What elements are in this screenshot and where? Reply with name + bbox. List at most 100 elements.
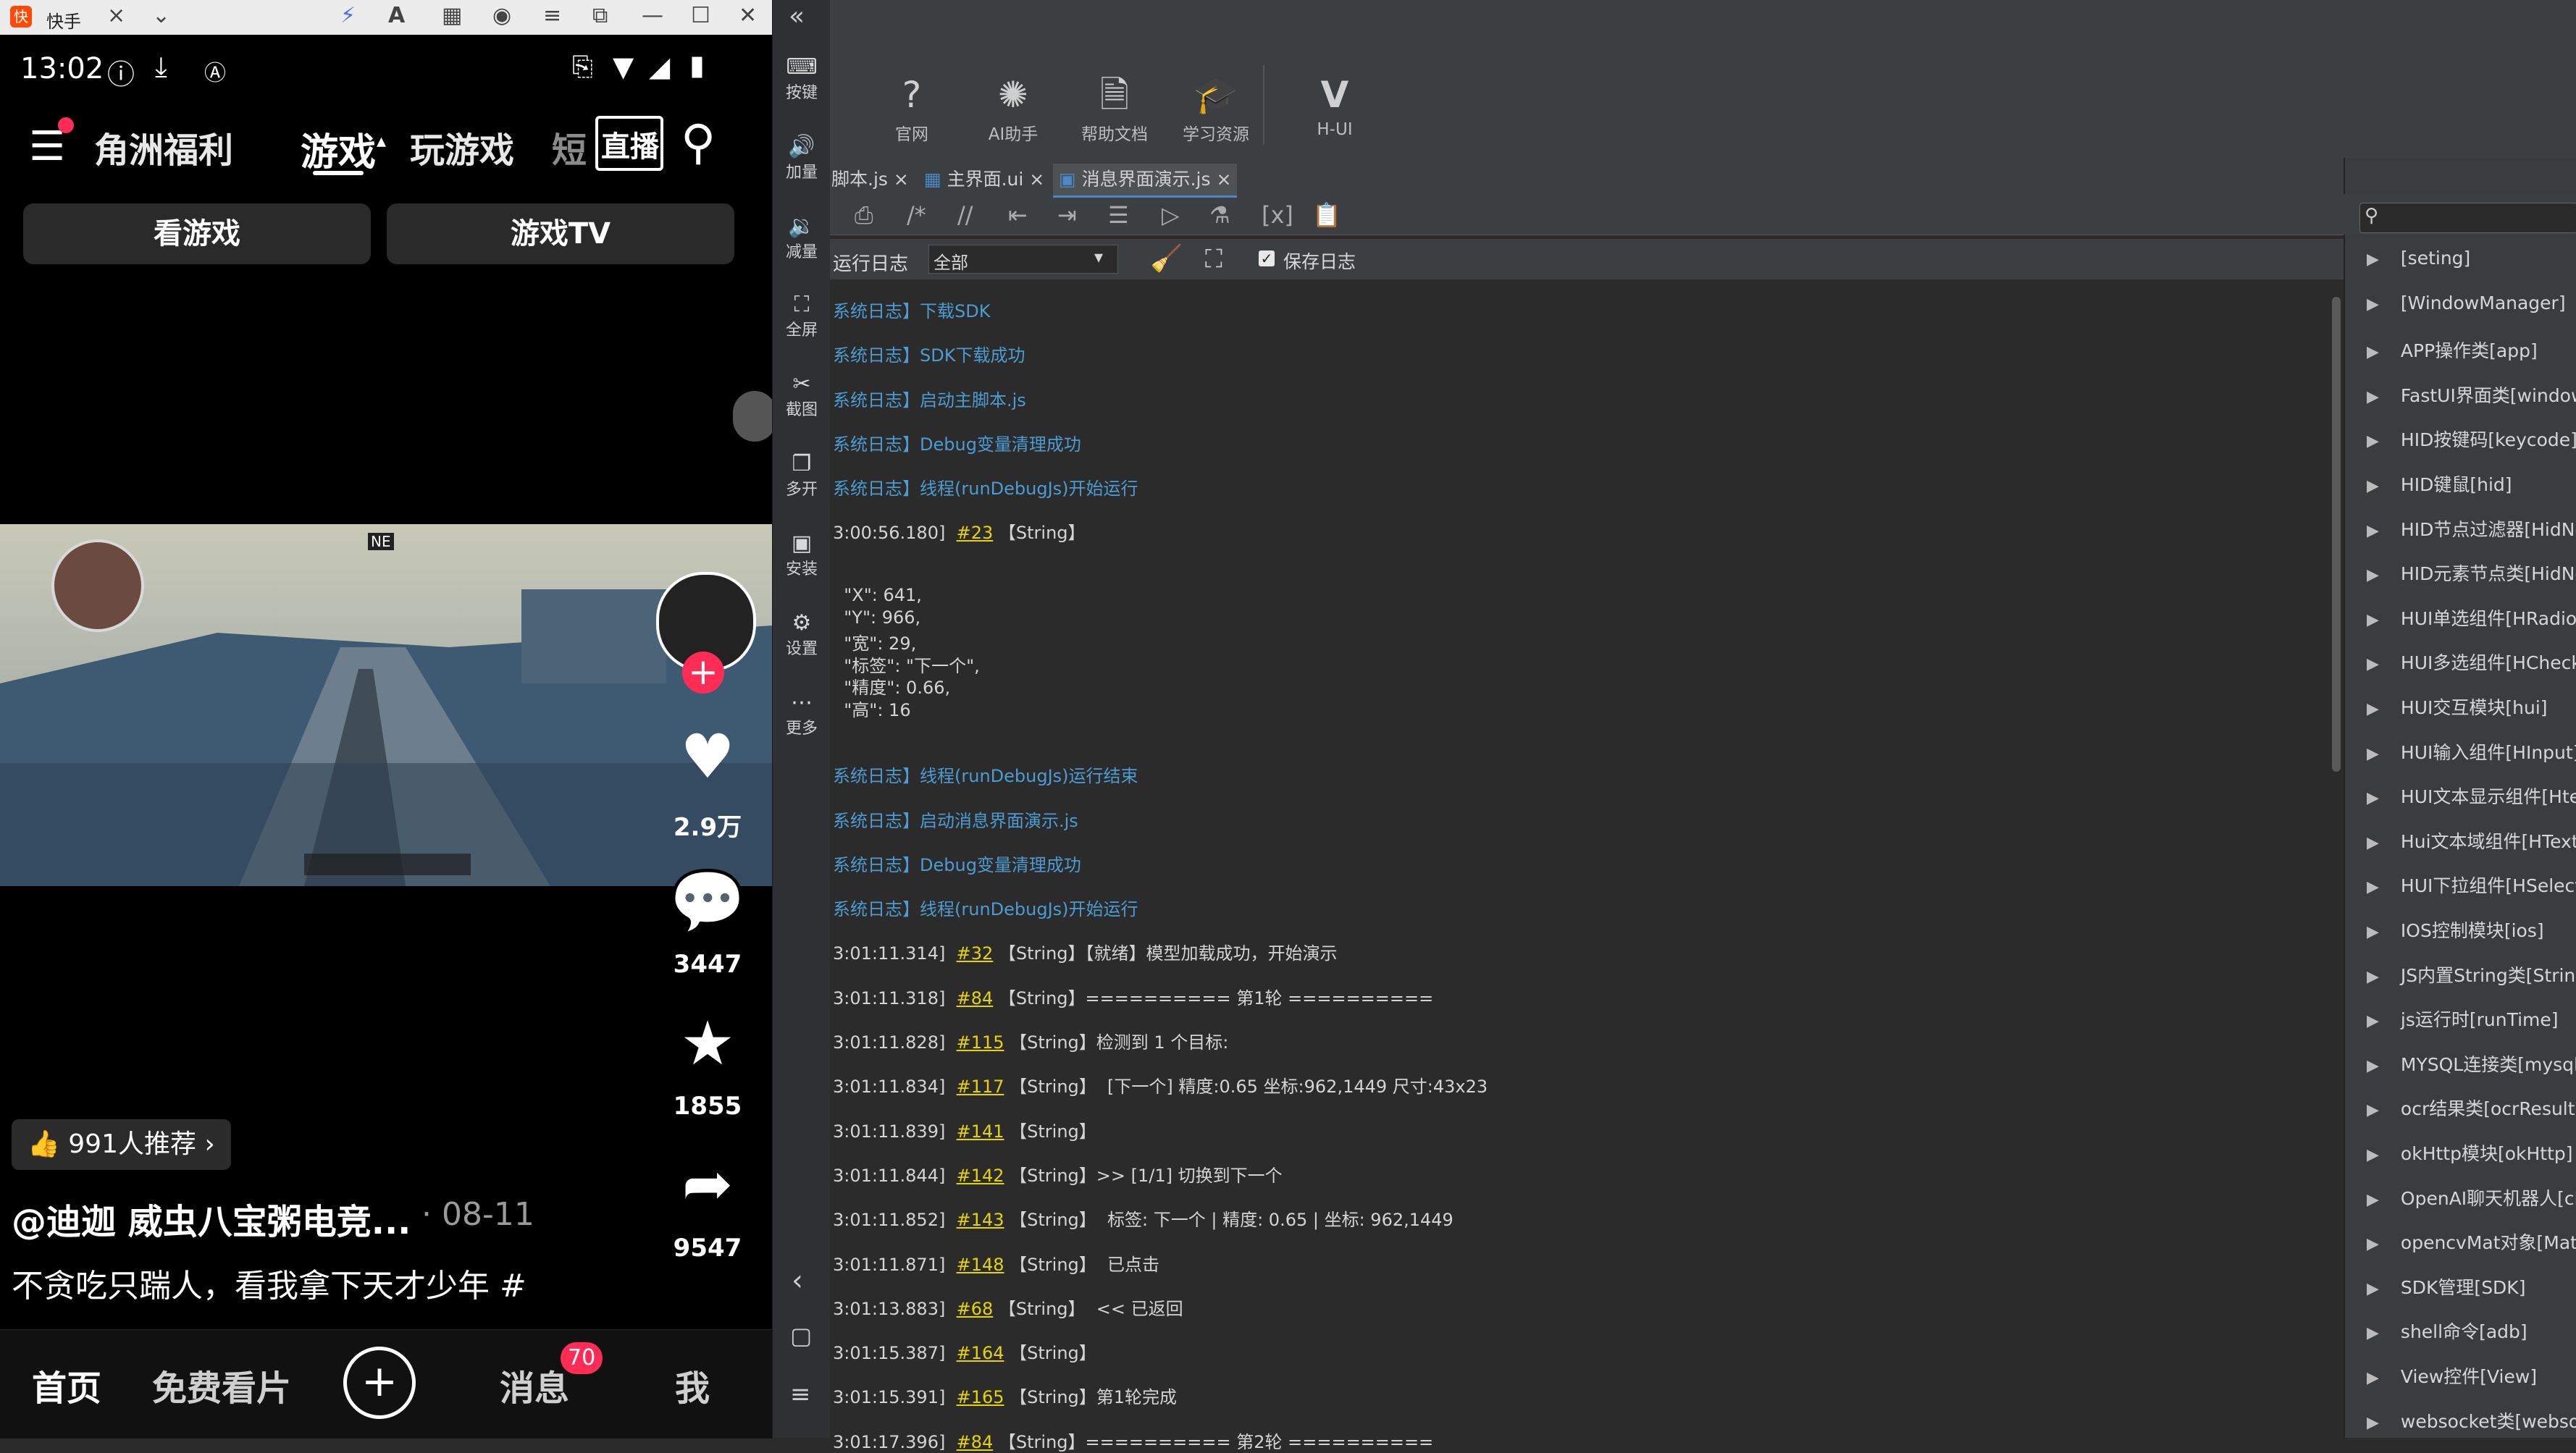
expand-arrow-icon[interactable]: ▶ <box>2367 1280 2379 1298</box>
expand-arrow-icon[interactable]: ▶ <box>2367 878 2379 896</box>
expand-arrow-icon[interactable]: ▶ <box>2367 1369 2379 1387</box>
print-icon[interactable]: ⎙ <box>855 201 873 229</box>
expand-arrow-icon[interactable]: ▶ <box>2367 745 2379 763</box>
expand-arrow-icon[interactable]: ▶ <box>2367 700 2379 718</box>
game-tv-button[interactable]: 游戏TV <box>387 203 734 264</box>
chevron-down-icon[interactable]: ⌄ <box>152 3 170 28</box>
flask-icon[interactable]: ⚗ <box>1209 201 1230 229</box>
api-module-item[interactable]: ▶ ocr结果类[ocrResult] <box>2367 1095 2576 1121</box>
tab-script-js[interactable]: 脚本.js × <box>826 164 915 195</box>
log-source-link[interactable]: #23 <box>957 523 994 543</box>
expand-arrow-icon[interactable]: ▶ <box>2367 968 2379 986</box>
menu-icon[interactable]: ≡ <box>543 3 561 28</box>
api-module-item[interactable]: ▶ HUI交互模块[hui] <box>2367 694 2548 720</box>
avengers-badge-icon[interactable] <box>733 391 776 442</box>
nav-free-movies[interactable]: 免费看片 <box>152 1360 291 1410</box>
format-icon[interactable]: ☰ <box>1108 201 1129 229</box>
back-icon[interactable]: ‹ <box>792 1264 803 1297</box>
clear-brush-icon[interactable]: 🧹 <box>1150 243 1183 274</box>
author-name[interactable]: @迪迦 威虫八宝粥电竞... <box>12 1193 411 1244</box>
nav-home[interactable]: 首页 <box>32 1360 101 1410</box>
api-module-item[interactable]: ▶ HID节点过滤器[HidNo <box>2367 515 2576 542</box>
expand-arrow-icon[interactable]: ▶ <box>2367 1191 2379 1209</box>
log-source-link[interactable]: #164 <box>957 1343 1004 1363</box>
expand-arrow-icon[interactable]: ▶ <box>2367 432 2379 450</box>
heart-icon[interactable]: ♥ <box>660 724 755 789</box>
expand-arrow-icon[interactable]: ▶ <box>2367 1324 2379 1342</box>
api-module-item[interactable]: ▶ [WindowManager] <box>2367 292 2566 313</box>
expand-arrow-icon[interactable]: ▶ <box>2367 1101 2379 1119</box>
watch-games-button[interactable]: 看游戏 <box>23 203 371 264</box>
expand-arrow-icon[interactable]: ▶ <box>2367 522 2379 540</box>
star-icon[interactable]: ★ <box>660 1011 755 1076</box>
tool-volume-up[interactable]: 🔊 加量 <box>773 135 831 182</box>
live-tv-icon[interactable]: 直播 <box>595 116 663 171</box>
expand-arrow-icon[interactable]: ▶ <box>2367 295 2379 313</box>
recommend-chip[interactable]: 👍 991人推荐 › <box>12 1119 231 1170</box>
expand-arrow-icon[interactable]: ▶ <box>2367 655 2379 673</box>
api-module-item[interactable]: ▶ HUI单选组件[HRadio] <box>2367 605 2576 631</box>
save-log-checkbox[interactable]: ✓ <box>1259 250 1275 266</box>
api-module-item[interactable]: ▶ [seting] <box>2367 248 2470 269</box>
expand-arrow-icon[interactable]: ▶ <box>2367 1414 2379 1432</box>
variable-icon[interactable]: [x] <box>1262 201 1293 229</box>
api-module-item[interactable]: ▶ HUI输入组件[HInput] <box>2367 738 2576 765</box>
comment-icon[interactable]: 💬 <box>660 869 755 934</box>
minimize-icon[interactable]: — <box>642 3 663 28</box>
tool-install[interactable]: ▣ 安装 <box>773 531 831 579</box>
expand-arrow-icon[interactable]: ▶ <box>2367 789 2379 807</box>
api-module-item[interactable]: ▶ websocket类[websoc <box>2367 1407 2576 1433</box>
run-icon[interactable]: ▷ <box>1162 201 1180 229</box>
game-video-frame[interactable]: NE <box>0 524 772 886</box>
user-icon[interactable]: ◉ <box>492 3 511 28</box>
expand-arrow-icon[interactable]: ▶ <box>2367 477 2379 495</box>
api-module-item[interactable]: ▶ HUI多选组件[HCheck <box>2367 649 2576 675</box>
expand-arrow-icon[interactable]: ▶ <box>2367 834 2379 852</box>
comment-line-icon[interactable]: // <box>957 201 973 229</box>
api-module-item[interactable]: ▶ HID键鼠[hid] <box>2367 471 2512 497</box>
log-source-link[interactable]: #143 <box>957 1210 1004 1230</box>
log-source-link[interactable]: #115 <box>957 1032 1004 1053</box>
tab-main-ui[interactable]: ▦ 主界面.ui × <box>918 164 1050 195</box>
api-module-item[interactable]: ▶ HUI下拉组件[HSelect] <box>2367 872 2576 898</box>
log-source-link[interactable]: #142 <box>957 1166 1004 1186</box>
log-source-link[interactable]: #68 <box>957 1299 994 1319</box>
tab-message-demo-js[interactable]: ▣ 消息界面演示.js × <box>1053 164 1238 198</box>
api-module-item[interactable]: ▶ FastUI界面类[window <box>2367 382 2576 408</box>
indent-left-icon[interactable]: ⇤ <box>1008 201 1028 229</box>
recents-menu-icon[interactable]: ≡ <box>790 1380 811 1409</box>
api-module-item[interactable]: ▶ OpenAI聊天机器人[ch <box>2367 1184 2576 1210</box>
tool-learning[interactable]: 🎓 学习资源 <box>1169 70 1263 145</box>
log-source-link[interactable]: #165 <box>957 1387 1004 1407</box>
api-module-item[interactable]: ▶ opencvMat对象[Mat] <box>2367 1229 2576 1255</box>
close-tab-icon[interactable]: × <box>107 3 125 28</box>
close-window-icon[interactable]: ✕ <box>739 3 757 28</box>
expand-arrow-icon[interactable]: ▶ <box>2367 388 2379 406</box>
log-scrollbar[interactable] <box>2332 297 2341 772</box>
expand-arrow-icon[interactable]: ▶ <box>2367 923 2379 941</box>
share-icon[interactable]: ➦ <box>660 1151 755 1216</box>
expand-arrow-icon[interactable]: ▶ <box>2367 566 2379 584</box>
nav-messages[interactable]: 消息 <box>500 1360 569 1410</box>
api-module-item[interactable]: ▶ HID按键码[keycode] <box>2367 426 2576 452</box>
tab-short[interactable]: 短 <box>552 122 587 172</box>
api-module-item[interactable]: ▶ Hui文本域组件[HTextA <box>2367 827 2576 854</box>
api-module-item[interactable]: ▶ okHttp模块[okHttp] <box>2367 1140 2573 1166</box>
tool-fullscreen[interactable]: ⛶ 全屏 <box>773 292 831 340</box>
follow-plus-icon[interactable]: + <box>682 652 724 694</box>
tab-games[interactable]: 游戏 <box>301 122 376 176</box>
log-source-link[interactable]: #84 <box>957 988 994 1008</box>
expand-arrow-icon[interactable]: ▶ <box>2367 1057 2379 1075</box>
api-module-item[interactable]: ▶ HID元素节点类[HidNo <box>2367 560 2576 586</box>
api-module-item[interactable]: ▶ View控件[View] <box>2367 1363 2537 1389</box>
api-module-item[interactable]: ▶ SDK管理[SDK] <box>2367 1273 2525 1300</box>
expand-arrow-icon[interactable]: ▶ <box>2367 1012 2379 1030</box>
create-post-button[interactable]: + <box>343 1347 416 1419</box>
tool-settings[interactable]: ⚙ 设置 <box>773 611 831 659</box>
tool-ai-assistant[interactable]: ✺ AI助手 <box>966 70 1060 145</box>
close-icon[interactable]: × <box>1029 169 1044 190</box>
api-search-input[interactable]: ⚲ <box>2359 203 2576 233</box>
tab-play-games[interactable]: 玩游戏 <box>410 122 514 172</box>
collapse-icon[interactable]: « <box>789 1 805 31</box>
tool-help-docs[interactable]: 🗎 帮助文档 <box>1067 70 1162 145</box>
